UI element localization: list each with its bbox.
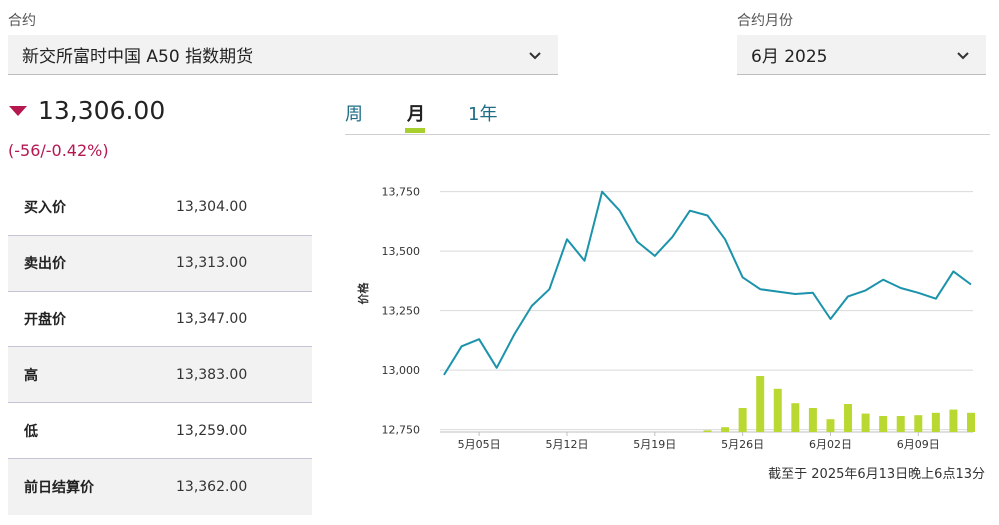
x-tick-label: 5月05日 xyxy=(458,438,501,451)
contract-month-label: 合约月份 xyxy=(737,13,793,29)
volume-bar xyxy=(808,408,817,432)
volume-bar xyxy=(703,430,712,432)
volume-bar xyxy=(756,376,765,432)
tab-month[interactable]: 月 xyxy=(407,100,425,126)
chevron-down-icon xyxy=(957,51,969,59)
last-price: 13,306.00 xyxy=(38,96,166,125)
quote-row-low: 低 13,259.00 xyxy=(8,403,312,459)
quote-label: 卖出价 xyxy=(24,256,66,273)
volume-bar xyxy=(791,403,800,432)
quote-value: 13,347.00 xyxy=(176,310,248,327)
x-tick-label: 5月26日 xyxy=(721,438,764,451)
volume-bar xyxy=(861,413,870,432)
quote-label: 前日结算价 xyxy=(24,479,94,496)
quote-label: 买入价 xyxy=(24,200,66,217)
contract-month-select[interactable]: 6月 2025 xyxy=(737,35,986,75)
volume-bar xyxy=(721,427,730,432)
volume-bar xyxy=(914,415,923,432)
volume-bar xyxy=(773,388,782,432)
volume-bar xyxy=(844,404,853,432)
chevron-down-icon xyxy=(529,51,541,59)
quote-row-high: 高 13,383.00 xyxy=(8,347,312,404)
price-chart: 12,750 13,000 13,250 13,500 13,750 价格 5月05日 5月1… xyxy=(356,186,975,451)
y-tick-label: 13,750 xyxy=(382,186,421,199)
y-axis-label: 价格 xyxy=(356,282,370,305)
contract-select-value: 新交所富时中国 A50 指数期货 xyxy=(22,47,254,67)
y-tick-label: 12,750 xyxy=(382,424,421,437)
quote-value: 13,304.00 xyxy=(176,199,248,216)
quote-row-ask: 卖出价 13,313.00 xyxy=(8,235,312,292)
quote-value: 13,362.00 xyxy=(176,478,248,495)
timestamp-note: 截至于 2025年6月13日晚上6点13分 xyxy=(768,467,985,482)
x-tick-label: 6月02日 xyxy=(809,438,852,451)
tab-week[interactable]: 周 xyxy=(345,100,363,126)
contract-select[interactable]: 新交所富时中国 A50 指数期货 xyxy=(8,35,558,75)
volume-bar xyxy=(896,416,905,432)
volume-bar xyxy=(826,419,835,432)
volume-bar xyxy=(738,408,747,432)
quote-label: 高 xyxy=(24,367,38,384)
quote-label: 开盘价 xyxy=(24,311,66,328)
y-tick-label: 13,250 xyxy=(382,305,421,318)
period-tabs: 周 月 1年 xyxy=(345,100,990,135)
x-tick-label: 5月12日 xyxy=(545,438,588,451)
price-line xyxy=(443,190,972,376)
quote-row-bid: 买入价 13,304.00 xyxy=(8,180,312,236)
contract-month-value: 6月 2025 xyxy=(751,47,828,67)
price-row: 13,306.00 xyxy=(8,96,165,125)
tab-1-year[interactable]: 1年 xyxy=(468,100,497,126)
price-change: (-56/-0.42%) xyxy=(8,141,109,160)
y-tick-label: 13,500 xyxy=(382,245,421,258)
volume-bar xyxy=(879,416,888,432)
contract-label: 合约 xyxy=(8,13,36,29)
volume-bar xyxy=(967,412,975,432)
quote-row-open: 开盘价 13,347.00 xyxy=(8,292,312,348)
quote-label: 低 xyxy=(24,423,38,440)
volume-bar xyxy=(949,409,958,432)
down-triangle-icon xyxy=(9,105,27,116)
quote-row-prev-settle: 前日结算价 13,362.00 xyxy=(8,458,312,515)
quote-value: 13,383.00 xyxy=(176,366,248,383)
quote-table: 买入价 13,304.00 卖出价 13,313.00 开盘价 13,347.0… xyxy=(8,180,312,515)
x-tick-label: 6月09日 xyxy=(897,438,940,451)
volume-bar xyxy=(931,412,940,432)
x-tick-label: 5月19日 xyxy=(633,438,676,451)
y-tick-label: 13,000 xyxy=(382,364,421,377)
quote-value: 13,259.00 xyxy=(176,422,248,439)
active-tab-indicator xyxy=(405,128,425,133)
quote-value: 13,313.00 xyxy=(176,255,248,272)
